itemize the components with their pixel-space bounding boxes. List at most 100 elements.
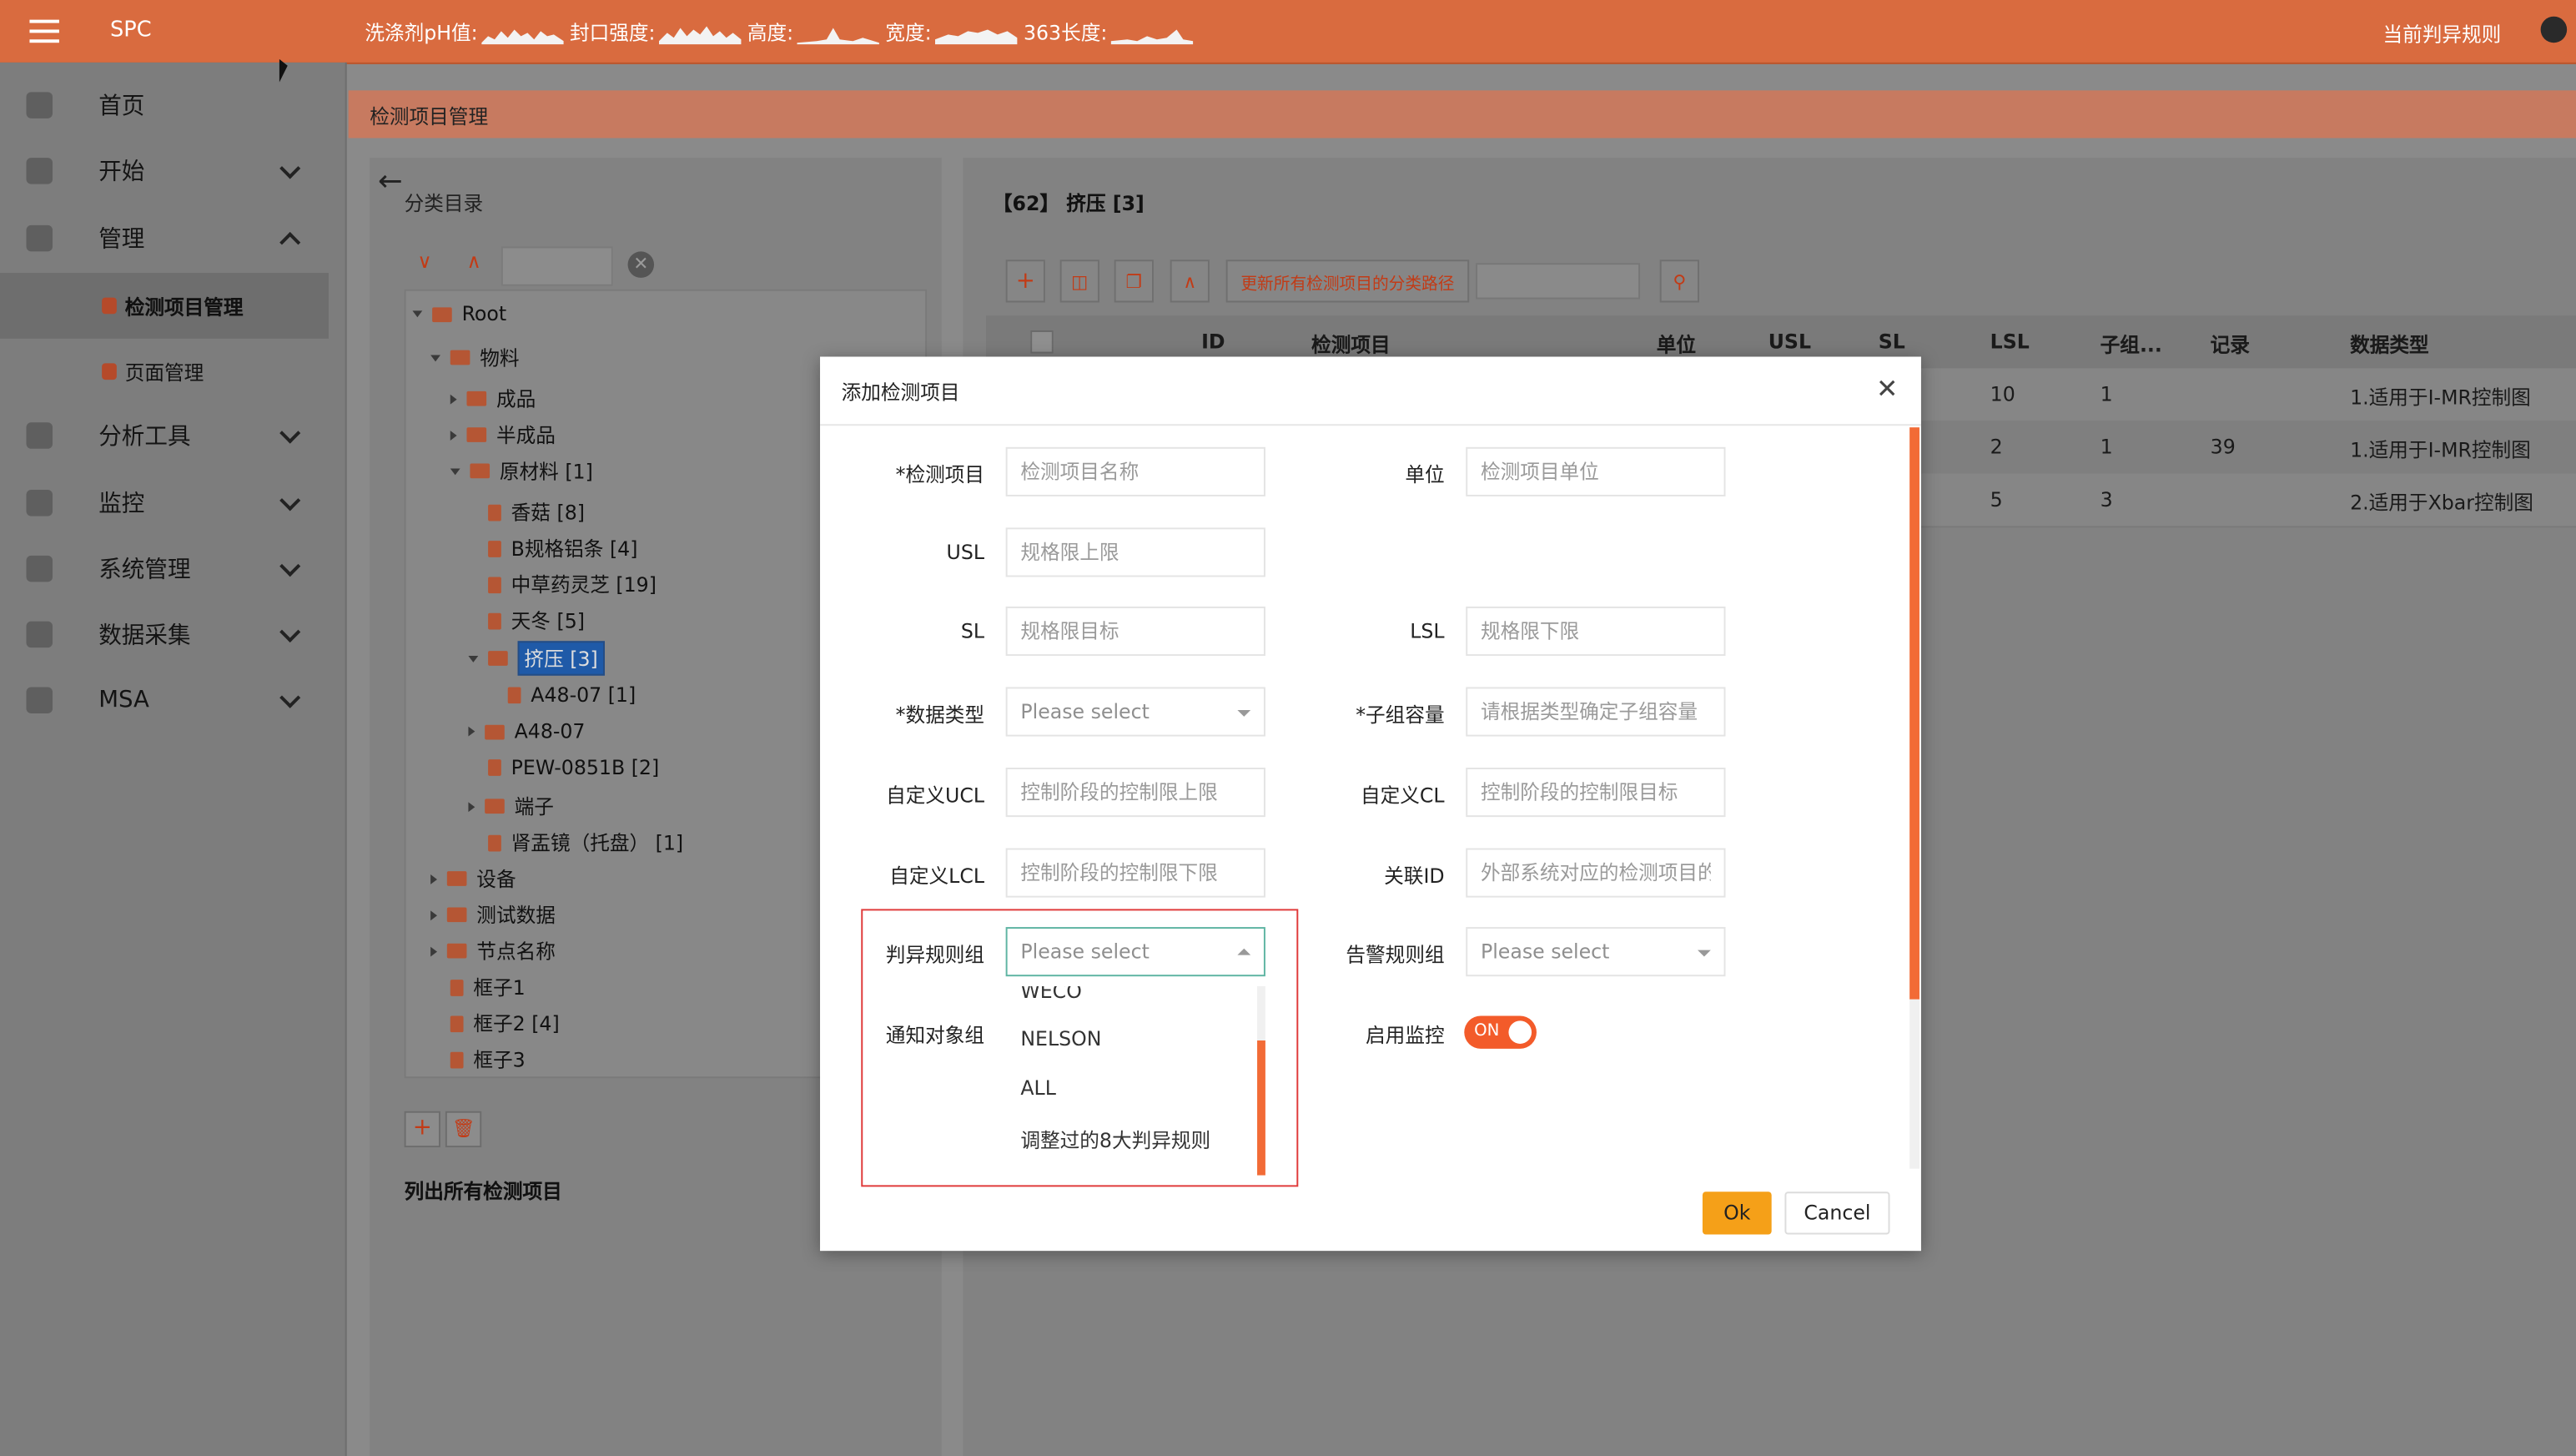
tree-node[interactable]: 中草药灵芝 [19]: [488, 571, 657, 598]
sparkline-icon[interactable]: [934, 21, 1018, 44]
sparkline-icon[interactable]: [1110, 21, 1193, 44]
unit-input[interactable]: [1466, 446, 1726, 496]
link-id-input[interactable]: [1466, 848, 1726, 898]
tree-node[interactable]: 框子1: [450, 973, 526, 1000]
current-rule-link[interactable]: 当前判异规则: [2382, 20, 2501, 48]
subgroup-size-input[interactable]: [1466, 687, 1726, 737]
hamburger-menu-icon[interactable]: [29, 19, 59, 43]
tree-node[interactable]: A48-07: [468, 720, 585, 743]
sidebar-item-system[interactable]: 系统管理: [0, 536, 329, 602]
tree-node[interactable]: PEW-0851B [2]: [488, 756, 659, 779]
tree-search-input[interactable]: [501, 246, 613, 286]
expand-all-icon[interactable]: ∨: [417, 249, 440, 273]
dropdown-option[interactable]: 调整过的8大判异规则: [1020, 1126, 1210, 1153]
add-item-button[interactable]: +: [1005, 259, 1045, 303]
dialog-title: 添加检测项目: [841, 381, 960, 405]
dropdown-option[interactable]: NELSON: [1020, 1027, 1101, 1050]
tree-node[interactable]: 半成品: [450, 421, 556, 448]
collapse-all-icon[interactable]: ∧: [466, 249, 490, 273]
lsl-input[interactable]: [1466, 606, 1726, 657]
sidebar-subitem-inspection-items[interactable]: 检测项目管理: [0, 273, 329, 339]
dropdown-scrollbar[interactable]: [1257, 1040, 1265, 1176]
home-icon: [26, 92, 53, 118]
tree-node[interactable]: 成品: [450, 385, 536, 412]
metric-label[interactable]: 高度:: [747, 18, 793, 46]
item-name-input[interactable]: [1005, 446, 1265, 496]
cancel-button[interactable]: Cancel: [1784, 1192, 1890, 1235]
palette-icon[interactable]: [2540, 16, 2568, 43]
tree-node[interactable]: 测试数据: [430, 901, 556, 929]
tree-node[interactable]: 香菇 [8]: [488, 498, 585, 526]
tree-node-selected[interactable]: 挤压 [3]: [468, 641, 605, 676]
column-header[interactable]: 数据类型: [2350, 330, 2429, 358]
column-header[interactable]: 子组...: [2101, 330, 2162, 358]
close-icon[interactable]: ✕: [1876, 373, 1898, 404]
add-category-button[interactable]: +: [404, 1111, 440, 1148]
tree-node[interactable]: A48-07 [1]: [507, 684, 636, 707]
sidebar-item-msa[interactable]: MSA: [0, 668, 329, 733]
tree-node[interactable]: 端子: [468, 793, 554, 820]
tree-node[interactable]: 框子2 [4]: [450, 1010, 560, 1037]
add-item-dialog: 添加检测项目 ✕ *检测项目 单位 USL SL LSL *数据类型 Pleas…: [820, 356, 1921, 1252]
sidebar-item-data-collection[interactable]: 数据采集: [0, 602, 329, 668]
rule-group-select[interactable]: Please select: [1005, 927, 1265, 977]
update-path-button[interactable]: 更新所有检测项目的分类路径: [1225, 259, 1470, 303]
dropdown-option[interactable]: ALL: [1020, 1076, 1056, 1100]
field-label: 启用监控: [1366, 1024, 1445, 1047]
select-all-checkbox[interactable]: [1030, 330, 1054, 354]
tree-node[interactable]: 节点名称: [430, 937, 556, 965]
metric-label[interactable]: 宽度:: [885, 18, 931, 46]
column-header[interactable]: 单位: [1657, 330, 1696, 358]
sparkline-icon[interactable]: [658, 21, 741, 44]
sidebar-subitem-pages[interactable]: 页面管理: [0, 339, 329, 405]
column-header[interactable]: ID: [1201, 330, 1225, 354]
delete-category-button[interactable]: 🗑: [445, 1111, 482, 1148]
tree-node[interactable]: 原材料 [1]: [450, 457, 593, 485]
sparkline-icon[interactable]: [797, 21, 879, 44]
sidebar-item-analysis[interactable]: 分析工具: [0, 403, 329, 469]
column-header[interactable]: SL: [1879, 330, 1905, 354]
chevron-up-icon[interactable]: ∧: [1170, 259, 1210, 303]
clear-search-icon[interactable]: ✕: [627, 251, 655, 278]
tree-node[interactable]: Root: [412, 302, 506, 325]
data-type-select[interactable]: Please select: [1005, 687, 1265, 737]
custom-cl-input[interactable]: [1466, 767, 1726, 818]
column-header[interactable]: LSL: [1990, 330, 2030, 354]
column-header[interactable]: 记录: [2211, 330, 2250, 358]
monitor-toggle[interactable]: ON: [1464, 1015, 1537, 1049]
metric-label[interactable]: 封口强度:: [570, 18, 656, 46]
metric-label[interactable]: 363长度:: [1024, 18, 1107, 46]
tree-node[interactable]: 天冬 [5]: [488, 607, 585, 634]
tree-node[interactable]: 物料: [430, 344, 520, 371]
usl-input[interactable]: [1005, 527, 1265, 577]
tree-node[interactable]: 设备: [430, 864, 516, 892]
custom-ucl-input[interactable]: [1005, 767, 1265, 818]
tree-node[interactable]: 框子3: [450, 1045, 526, 1073]
alarm-group-select[interactable]: Please select: [1466, 927, 1726, 977]
folder-icon: [466, 390, 487, 406]
sidebar-item-home[interactable]: 首页: [0, 73, 329, 139]
metric-label[interactable]: 洗涤剂pH值:: [365, 18, 477, 46]
custom-lcl-input[interactable]: [1005, 848, 1265, 898]
item-search-input[interactable]: [1476, 263, 1641, 300]
back-arrow-icon[interactable]: ←: [378, 164, 403, 199]
dialog-scrollbar[interactable]: [1909, 427, 1919, 1000]
list-all-items-link[interactable]: 列出所有检测项目: [405, 1177, 562, 1205]
tree-node[interactable]: B规格铝条 [4]: [488, 534, 637, 562]
dialog-divider: [820, 424, 1921, 426]
tree-node[interactable]: 肾盂镜（托盘） [1]: [488, 829, 683, 856]
sl-input[interactable]: [1005, 606, 1265, 657]
copy-icon[interactable]: ❐: [1114, 259, 1154, 303]
sparkline-icon[interactable]: [480, 21, 564, 44]
sidebar-item-start[interactable]: 开始: [0, 138, 329, 204]
brand-label[interactable]: SPC: [110, 18, 152, 43]
search-icon[interactable]: ⚲: [1659, 259, 1699, 303]
ok-button[interactable]: Ok: [1702, 1192, 1772, 1235]
dropdown-option[interactable]: WECO: [1020, 986, 1081, 1003]
columns-icon[interactable]: ◫: [1059, 259, 1099, 303]
file-icon: [450, 1050, 464, 1068]
column-header[interactable]: 检测项目: [1311, 330, 1391, 358]
sidebar-item-manage[interactable]: 管理: [0, 205, 329, 271]
column-header[interactable]: USL: [1768, 330, 1811, 354]
sidebar-item-monitor[interactable]: 监控: [0, 470, 329, 536]
